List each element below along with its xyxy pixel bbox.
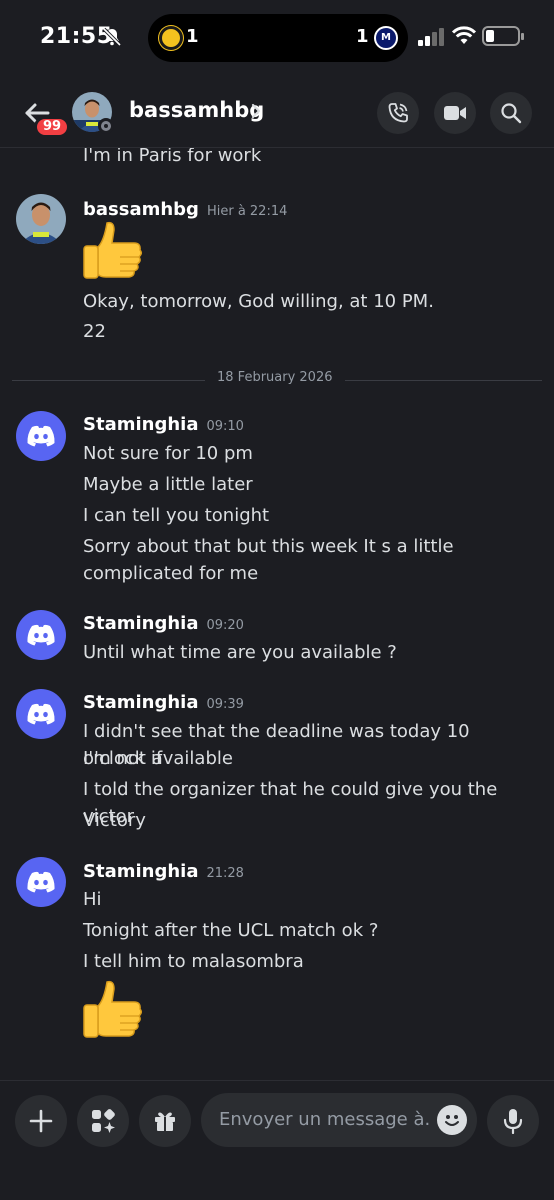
search-icon	[501, 103, 522, 124]
message-text: Until what time are you available ?	[83, 642, 397, 663]
avatar[interactable]	[16, 194, 66, 244]
status-bar: 21:55 1 1 M	[0, 0, 554, 76]
microphone-icon	[503, 1109, 523, 1134]
avatar[interactable]	[16, 411, 66, 461]
battery-icon	[482, 26, 524, 46]
author-name[interactable]: bassamhbg	[83, 199, 199, 220]
message-author[interactable]: Staminghia 09:10	[83, 414, 244, 435]
emoji-button[interactable]	[437, 1105, 467, 1135]
author-name[interactable]: Staminghia	[83, 613, 198, 634]
message-composer: Envoyer un message à...	[0, 1080, 554, 1200]
message-input[interactable]: Envoyer un message à...	[201, 1093, 477, 1147]
presence-status-icon	[98, 118, 114, 134]
video-call-button[interactable]	[434, 92, 476, 134]
call-button[interactable]	[377, 92, 419, 134]
discord-logo-icon	[27, 871, 55, 893]
date-divider-label: 18 February 2026	[205, 370, 345, 385]
team-crest-icon-left	[159, 26, 183, 50]
message-author[interactable]: Staminghia 09:20	[83, 613, 244, 634]
discord-logo-icon	[27, 425, 55, 447]
search-button[interactable]	[490, 92, 532, 134]
score-right: 1	[356, 26, 369, 47]
avatar[interactable]	[16, 857, 66, 907]
team-crest-icon-right: M	[374, 26, 398, 50]
message-timestamp: 09:20	[206, 618, 244, 633]
message-text: Sorry about that but this week It s a li…	[83, 536, 454, 557]
message-input-placeholder: Envoyer un message à...	[219, 1109, 429, 1130]
thumbs-up-icon	[83, 221, 143, 279]
discord-logo-icon	[27, 624, 55, 646]
message-timestamp: 09:10	[206, 419, 244, 434]
voice-message-button[interactable]	[487, 1095, 539, 1147]
video-icon	[444, 106, 466, 120]
avatar[interactable]	[16, 610, 66, 660]
bell-muted-icon	[102, 27, 122, 47]
discord-logo-icon	[27, 703, 55, 725]
message-author[interactable]: Staminghia 21:28	[83, 861, 244, 882]
page-title[interactable]: bassamhbg	[129, 98, 264, 122]
author-name[interactable]: Staminghia	[83, 692, 198, 713]
message-list[interactable]: I'm in Paris for work bassamhbg Hier à 22…	[0, 148, 554, 1080]
message-text: Tonight after the UCL match ok ?	[83, 920, 379, 941]
message-text: I can tell you tonight	[83, 505, 270, 526]
author-name[interactable]: Staminghia	[83, 414, 198, 435]
message-text: I'm in Paris for work	[83, 148, 262, 166]
message-text: complicated for me	[83, 563, 259, 584]
channel-header: 99 bassamhbg	[0, 76, 554, 148]
message-text: 22	[83, 321, 106, 342]
message-text: Not sure for 10 pm	[83, 443, 253, 464]
message-text: I'm not available	[83, 748, 233, 769]
emoji-icon	[445, 1115, 459, 1126]
call-icon	[388, 103, 408, 123]
message-text: Maybe a little later	[83, 474, 253, 495]
signal-icon	[418, 28, 444, 46]
author-name[interactable]: Staminghia	[83, 861, 198, 882]
message-author[interactable]: Staminghia 09:39	[83, 692, 244, 713]
avatar[interactable]	[16, 689, 66, 739]
message-text: Victory	[83, 810, 146, 831]
thumbs-up-icon	[83, 980, 143, 1038]
apps-button[interactable]	[77, 1095, 129, 1147]
plus-icon	[29, 1109, 53, 1133]
message-text: Okay, tomorrow, God willing, at 10 PM.	[83, 291, 434, 312]
chevron-right-icon[interactable]	[250, 103, 262, 119]
message-timestamp: 09:39	[206, 697, 244, 712]
message-timestamp: 21:28	[206, 866, 244, 881]
apps-icon	[92, 1109, 115, 1133]
gift-icon	[155, 1112, 175, 1131]
message-text: I tell him to malasombra	[83, 951, 304, 972]
wifi-icon	[452, 26, 476, 44]
score-left: 1	[186, 26, 199, 47]
unread-badge: 99	[34, 116, 71, 138]
message-author[interactable]: bassamhbg Hier à 22:14	[83, 199, 287, 220]
gift-button[interactable]	[139, 1095, 191, 1147]
message-text: Hi	[83, 889, 102, 910]
message-timestamp: Hier à 22:14	[206, 204, 288, 219]
add-attachment-button[interactable]	[15, 1095, 67, 1147]
